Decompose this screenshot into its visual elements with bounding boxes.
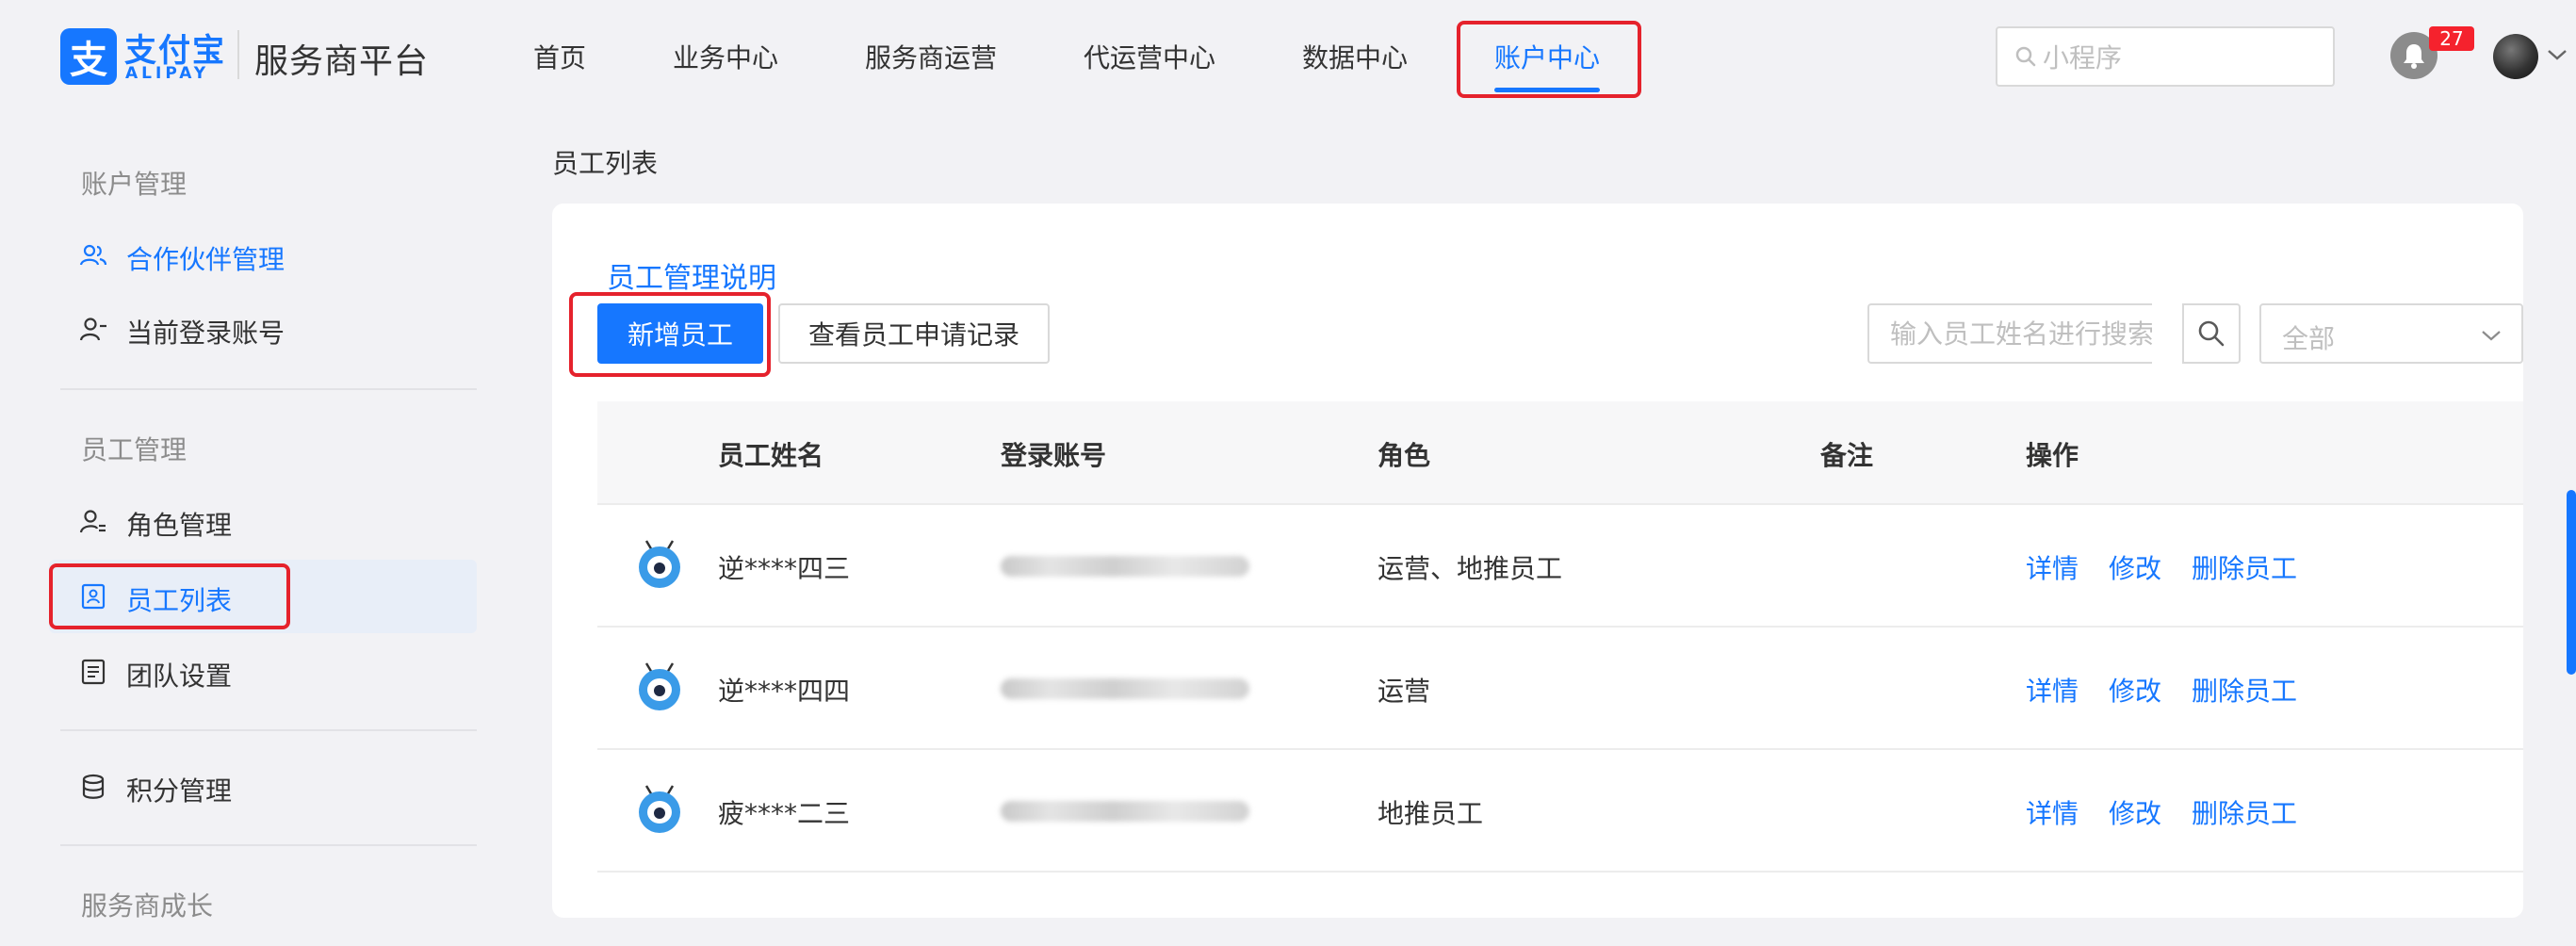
- login-account-redacted: [1001, 801, 1249, 822]
- column-header-role: 角色: [1378, 440, 1431, 471]
- global-search[interactable]: [1996, 26, 2335, 87]
- edit-link[interactable]: 修改: [2109, 671, 2161, 709]
- logo-divider: [237, 30, 239, 79]
- role-filter-value: 全部: [2282, 323, 2336, 354]
- sidebar-item-label: 当前登录账号: [126, 318, 285, 349]
- sidebar-item-login-account[interactable]: 当前登录账号: [49, 292, 477, 366]
- sidebar-item-label: 角色管理: [126, 510, 233, 541]
- staff-help-link[interactable]: 员工管理说明: [607, 254, 776, 296]
- column-header-actions: 操作: [2026, 440, 2079, 471]
- nav-data-center[interactable]: 数据中心: [1302, 38, 1408, 75]
- nav-agency-center[interactable]: 代运营中心: [1084, 38, 1215, 75]
- ant-mascot-avatar: [639, 540, 680, 588]
- role-filter-select[interactable]: 全部: [2259, 303, 2523, 364]
- delete-staff-link[interactable]: 删除员工: [2192, 548, 2297, 586]
- row-divider: [597, 626, 2523, 628]
- sidebar-item-team[interactable]: 团队设置: [49, 635, 477, 709]
- staff-role: 运营: [1378, 676, 1431, 707]
- sidebar: 账户管理 合作伙伴管理 当前登录账号 员工管理 角色管理 员工列表 团队设置 积…: [0, 111, 509, 946]
- platform-title: 服务商平台: [254, 42, 430, 81]
- staff-name: 疲****二三: [718, 798, 851, 829]
- edit-link[interactable]: 修改: [2109, 548, 2161, 586]
- users-icon: [79, 244, 107, 266]
- delete-staff-link[interactable]: 删除员工: [2192, 793, 2297, 831]
- top-bar: 支 支付宝 ALIPAY 服务商平台 首页 业务中心 服务商运营 代运营中心 数…: [0, 0, 2576, 111]
- search-icon: [2198, 320, 2225, 347]
- sidebar-item-points[interactable]: 积分管理: [49, 750, 477, 824]
- staff-name: 逆****四四: [718, 676, 851, 707]
- staff-name: 逆****四三: [718, 553, 851, 584]
- row-divider: [597, 871, 2523, 873]
- staff-role: 运营、地推员工: [1378, 553, 1563, 584]
- row-divider: [597, 748, 2523, 750]
- scrollbar-thumb[interactable]: [2567, 490, 2576, 675]
- alipay-logo-icon[interactable]: 支: [60, 28, 117, 85]
- user-edit-icon: [79, 318, 106, 341]
- highlight-box-sidebar: [49, 563, 290, 629]
- sidebar-group-growth: 服务商成长: [81, 890, 214, 922]
- view-applications-button[interactable]: 查看员工申请记录: [778, 303, 1050, 364]
- breadcrumb: 员工列表: [552, 148, 659, 179]
- staff-search-button[interactable]: [2182, 303, 2241, 364]
- sidebar-item-roles[interactable]: 角色管理: [49, 484, 477, 558]
- login-account-redacted: [1001, 556, 1249, 577]
- login-account-redacted: [1001, 678, 1249, 699]
- column-header-account: 登录账号: [1001, 440, 1107, 471]
- highlight-box-add-button: [569, 292, 771, 377]
- sidebar-divider: [60, 729, 477, 731]
- sidebar-item-label: 团队设置: [126, 661, 233, 692]
- detail-link[interactable]: 详情: [2026, 671, 2079, 709]
- search-icon: [2015, 46, 2036, 67]
- sidebar-group-account: 账户管理: [81, 169, 187, 200]
- ant-mascot-avatar: [639, 662, 680, 710]
- sidebar-item-label: 积分管理: [126, 775, 233, 807]
- sidebar-divider: [60, 844, 477, 846]
- highlight-box-nav: [1457, 21, 1641, 98]
- sidebar-item-label: 合作伙伴管理: [126, 244, 285, 275]
- column-header-remark: 备注: [1820, 440, 1874, 471]
- database-icon: [82, 774, 105, 799]
- delete-staff-link[interactable]: 删除员工: [2192, 671, 2297, 709]
- document-list-icon: [81, 659, 106, 685]
- edit-link[interactable]: 修改: [2109, 793, 2161, 831]
- table-header: [597, 401, 2523, 503]
- column-header-name: 员工姓名: [718, 440, 824, 471]
- sidebar-divider: [60, 388, 477, 390]
- chevron-down-icon[interactable]: [2546, 47, 2568, 62]
- detail-link[interactable]: 详情: [2026, 793, 2079, 831]
- staff-search-input[interactable]: [1867, 303, 2152, 364]
- ant-mascot-avatar: [639, 785, 680, 833]
- detail-link[interactable]: 详情: [2026, 548, 2079, 586]
- sidebar-group-staff: 员工管理: [81, 434, 187, 465]
- notification-badge: 27: [2429, 26, 2474, 51]
- nav-provider-operations[interactable]: 服务商运营: [865, 38, 997, 75]
- sidebar-item-partner[interactable]: 合作伙伴管理: [49, 219, 477, 292]
- nav-business-center[interactable]: 业务中心: [673, 38, 778, 75]
- row-divider: [597, 503, 2523, 505]
- user-role-icon: [79, 510, 106, 533]
- user-avatar[interactable]: [2493, 34, 2538, 79]
- logo-text-en: ALIPAY: [125, 64, 210, 83]
- chevron-down-icon: [2482, 331, 2501, 341]
- nav-home[interactable]: 首页: [533, 38, 586, 75]
- staff-role: 地推员工: [1378, 798, 1484, 829]
- global-search-input[interactable]: [2043, 40, 2316, 75]
